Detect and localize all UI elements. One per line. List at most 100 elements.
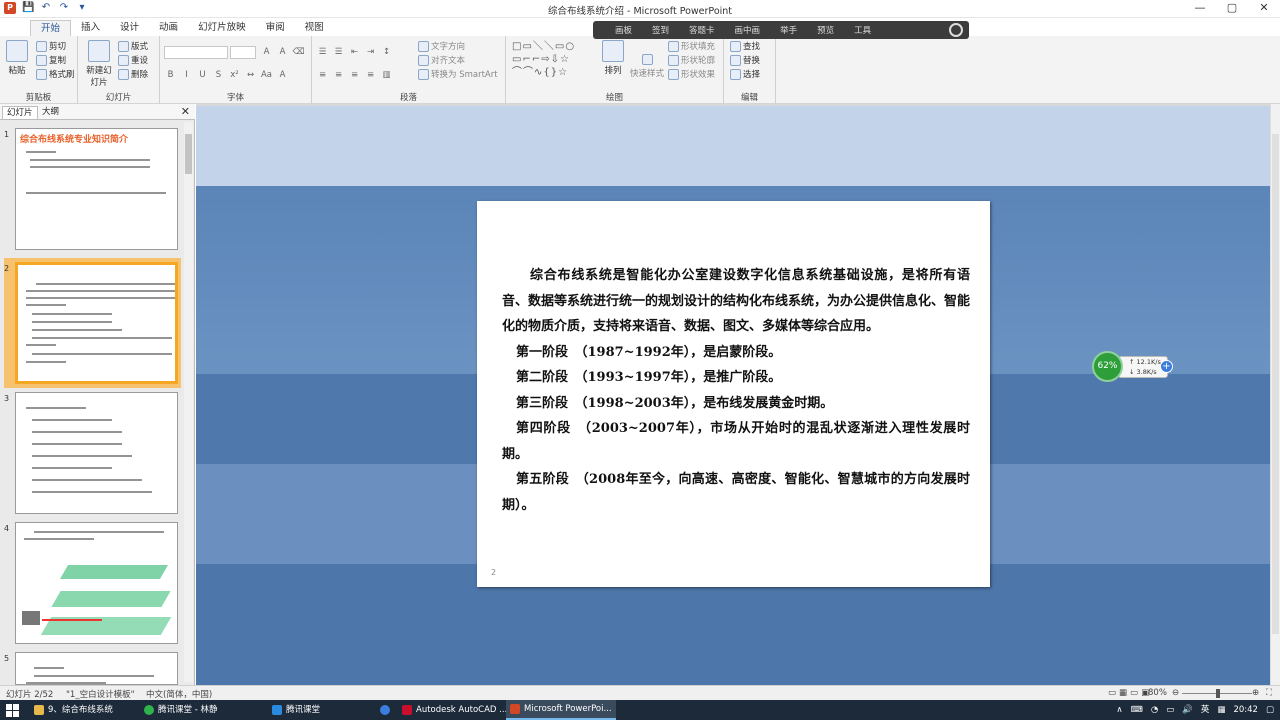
case-icon[interactable]: Aa [260, 69, 273, 82]
theme-name[interactable]: "1_空白设计模板" [66, 688, 134, 700]
shape-arrow-icon[interactable]: ▭⌐⌐⇨⇩☆ [512, 54, 570, 65]
superscript-icon[interactable]: x² [228, 69, 241, 82]
slide-text-body[interactable]: 综合布线系统是智能化办公室建设数字化信息系统基础设施，是将所有语音、数据等系统进… [502, 263, 970, 518]
slide-thumbnail-4[interactable]: 4 [0, 522, 183, 646]
line-spacing-icon[interactable]: ↕ [380, 46, 393, 59]
decrease-indent-icon[interactable]: ⇤ [348, 46, 361, 59]
slide-thumbnail-3[interactable]: 3 [0, 392, 183, 516]
arrange-button[interactable]: 排列 [602, 40, 624, 76]
shape-effects-button[interactable]: 形状效果 [668, 68, 715, 80]
columns-icon[interactable]: ▥ [380, 69, 393, 82]
shape-rect-icon[interactable]: □▭＼＼▭○ [512, 41, 575, 52]
find-button[interactable]: 查找 [730, 40, 760, 52]
copy-button[interactable]: 复制 [36, 54, 66, 66]
start-button[interactable] [6, 704, 19, 717]
font-name-select[interactable] [164, 46, 228, 59]
taskbar-item-app[interactable] [376, 700, 394, 720]
tab-design[interactable]: 设计 [110, 20, 149, 36]
maximize-button[interactable]: ▢ [1216, 0, 1248, 18]
text-direction-button[interactable]: 文字方向 [418, 40, 465, 52]
shape-fill-button[interactable]: 形状填充 [668, 40, 715, 52]
bold-icon[interactable]: B [164, 69, 177, 82]
toolbar-pip[interactable]: 画中画 [725, 24, 771, 36]
toolbar-raise-hand[interactable]: 举手 [770, 24, 807, 36]
smartart-button[interactable]: 转换为 SmartArt [418, 68, 498, 80]
shape-outline-button[interactable]: 形状轮廓 [668, 54, 715, 66]
workspace-scrollbar[interactable] [1270, 104, 1280, 685]
reset-button[interactable]: 重设 [118, 54, 148, 66]
clock[interactable]: 20:42 [1233, 700, 1258, 720]
network-icon[interactable]: ▭ [1166, 700, 1174, 720]
zoom-in-icon[interactable]: ⊕ [1252, 688, 1259, 698]
zoom-slider-thumb[interactable] [1216, 689, 1220, 698]
font-color-icon[interactable]: A [276, 69, 289, 82]
grow-font-icon[interactable]: A [260, 46, 273, 59]
scroll-thumb[interactable] [185, 134, 192, 174]
fit-slide-icon[interactable]: ⛶ [1266, 688, 1272, 698]
tab-animations[interactable]: 动画 [149, 20, 188, 36]
slide-thumbnail-5[interactable]: 5 [0, 652, 183, 686]
bullets-icon[interactable]: ☰ [316, 46, 329, 59]
close-button[interactable]: ✕ [1248, 0, 1280, 18]
power-icon[interactable] [949, 23, 963, 37]
tab-review[interactable]: 审阅 [256, 20, 295, 36]
shapes-gallery[interactable]: □▭＼＼▭○ ▭⌐⌐⇨⇩☆ ⌒⌒∿{}☆ [512, 40, 596, 80]
slide-thumbnail-1[interactable]: 1 综合布线系统专业知识简介 [0, 128, 183, 252]
underline-icon[interactable]: U [196, 69, 209, 82]
quick-styles-button[interactable]: 快速样式 [630, 54, 664, 79]
justify-icon[interactable]: ≡ [364, 69, 377, 82]
zoom-level[interactable]: 80% [1148, 688, 1167, 698]
toolbar-whiteboard[interactable]: 画板 [605, 24, 642, 36]
minimize-button[interactable]: — [1184, 0, 1216, 18]
expand-icon[interactable]: + [1160, 360, 1173, 373]
notification-icon[interactable]: ▢ [1266, 700, 1274, 720]
tab-slides[interactable]: 幻灯片 [2, 106, 38, 119]
align-left-icon[interactable]: ≡ [316, 69, 329, 82]
view-buttons[interactable]: ▭▦▭▣ [1108, 688, 1152, 698]
replace-button[interactable]: 替换 [730, 54, 760, 66]
toolbar-tools[interactable]: 工具 [844, 24, 881, 36]
shrink-font-icon[interactable]: A [276, 46, 289, 59]
delete-slide-button[interactable]: 删除 [118, 68, 148, 80]
tab-insert[interactable]: 插入 [71, 20, 110, 36]
tab-outline[interactable]: 大纲 [38, 106, 63, 119]
taskbar-item-powerpoint[interactable]: Microsoft PowerPoi... [506, 700, 616, 720]
zoom-out-icon[interactable]: ⊖ [1172, 688, 1179, 698]
align-text-button[interactable]: 对齐文本 [418, 54, 465, 66]
taskbar-item-tencent-classroom[interactable]: 腾讯课堂 [268, 700, 324, 720]
volume-icon[interactable]: 🔊 [1182, 700, 1193, 720]
font-size-select[interactable] [230, 46, 256, 59]
network-monitor[interactable]: ↑ 12.1K/s ↓ 3.8K/s 62% + [1092, 351, 1176, 382]
tab-home[interactable]: 开始 [30, 20, 72, 36]
increase-indent-icon[interactable]: ⇥ [364, 46, 377, 59]
clear-format-icon[interactable]: ⌫ [292, 46, 305, 59]
toolbar-answer-card[interactable]: 答题卡 [679, 24, 725, 36]
tab-view[interactable]: 视图 [295, 20, 334, 36]
slides-scrollbar[interactable] [184, 122, 193, 682]
align-center-icon[interactable]: ≡ [332, 69, 345, 82]
tray-app-icon[interactable]: ◔ [1151, 700, 1158, 720]
cut-button[interactable]: 剪切 [36, 40, 66, 52]
taskbar-item-folder[interactable]: 9、综合布线系统 [30, 700, 117, 720]
scroll-track[interactable] [1272, 134, 1279, 634]
numbering-icon[interactable]: ☰ [332, 46, 345, 59]
new-slide-button[interactable]: 新建幻灯片 [84, 40, 114, 88]
shape-brace-icon[interactable]: ⌒⌒∿{}☆ [512, 67, 568, 78]
close-pane-icon[interactable]: ✕ [181, 105, 190, 118]
ime-icon[interactable]: ▦ [1217, 700, 1225, 720]
select-button[interactable]: 选择 [730, 68, 760, 80]
align-right-icon[interactable]: ≡ [348, 69, 361, 82]
tab-slideshow[interactable]: 幻灯片放映 [188, 20, 256, 36]
taskbar-item-autocad[interactable]: Autodesk AutoCAD ... [398, 700, 511, 720]
input-method[interactable]: 英 [1201, 700, 1210, 720]
italic-icon[interactable]: I [180, 69, 193, 82]
strikethrough-icon[interactable]: S [212, 69, 225, 82]
paste-button[interactable]: 粘贴 [6, 40, 28, 76]
toolbar-preview[interactable]: 预览 [807, 24, 844, 36]
language[interactable]: 中文(简体，中国) [146, 688, 212, 700]
toolbar-signin[interactable]: 签到 [642, 24, 679, 36]
taskbar-item-tencent-classroom-lin[interactable]: 腾讯课堂 - 林静 [140, 700, 221, 720]
current-slide[interactable]: 综合布线系统是智能化办公室建设数字化信息系统基础设施，是将所有语音、数据等系统进… [477, 201, 990, 587]
slide-thumbnail-2[interactable]: 2 [0, 258, 183, 388]
keyboard-icon[interactable]: ⌨ [1131, 700, 1143, 720]
